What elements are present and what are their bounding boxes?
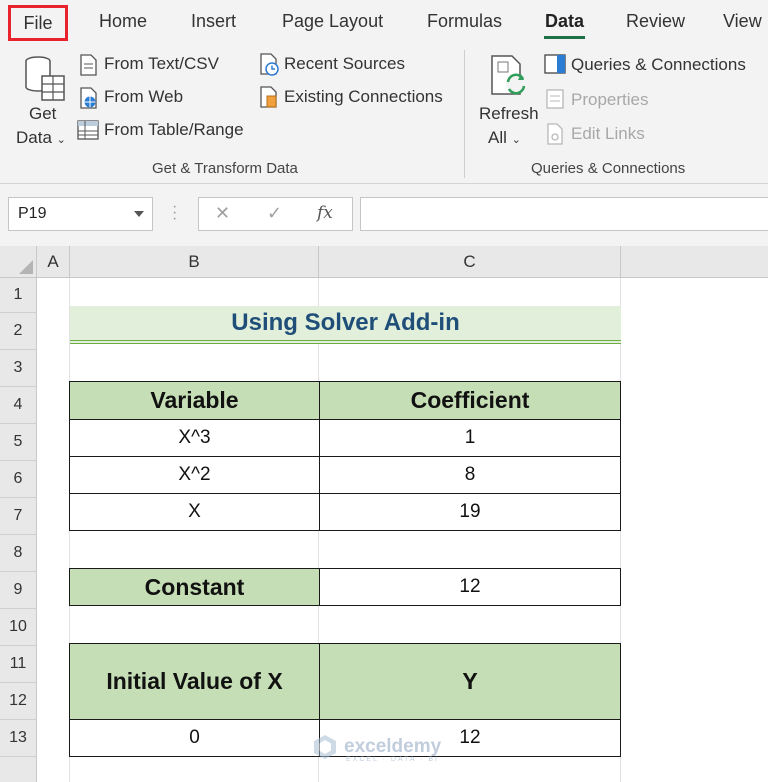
row-header-12[interactable]: 12 <box>0 683 37 720</box>
get-data-label-1: Get <box>29 104 57 123</box>
formula-bar-buttons: ✕ ✓ fx <box>198 197 353 231</box>
from-web-button[interactable]: From Web <box>104 87 183 107</box>
refresh-all-label-1: Refresh <box>479 104 539 123</box>
cancel-icon[interactable]: ✕ <box>215 203 230 224</box>
row-header-10[interactable]: 10 <box>0 609 37 646</box>
header-coefficient[interactable]: Coefficient <box>319 381 621 420</box>
cell-coefficient[interactable]: 19 <box>319 493 621 531</box>
database-icon <box>25 56 65 101</box>
refresh-all-label-2: All ⌄ <box>488 128 521 147</box>
existing-connections-icon <box>260 86 277 108</box>
constant-label[interactable]: Constant <box>69 568 320 606</box>
header-initial-value[interactable]: Initial Value of X <box>69 643 320 720</box>
header-y[interactable]: Y <box>319 643 621 720</box>
web-page-icon <box>80 87 97 109</box>
group-get-transform-label: Get & Transform Data <box>152 160 298 177</box>
watermark-tagline: EXCEL · DATA · BI <box>346 756 439 763</box>
select-all-button[interactable] <box>0 246 37 278</box>
from-table-range-button[interactable]: From Table/Range <box>104 120 244 140</box>
column-header-c[interactable]: C <box>319 246 621 278</box>
row-header-14[interactable] <box>0 757 37 782</box>
tab-view[interactable]: View <box>723 11 762 32</box>
row-header-5[interactable]: 5 <box>0 424 37 461</box>
row-header-7[interactable]: 7 <box>0 498 37 535</box>
exceldemy-watermark: exceldemy EXCEL · DATA · BI <box>312 734 442 763</box>
formula-input[interactable] <box>360 197 768 231</box>
cell-variable[interactable]: X^3 <box>69 419 320 457</box>
name-box[interactable]: P19 <box>8 197 153 231</box>
name-box-value: P19 <box>18 205 47 222</box>
enter-icon[interactable]: ✓ <box>267 203 282 224</box>
cell-variable[interactable]: X^2 <box>69 456 320 494</box>
properties-icon <box>546 89 564 109</box>
formula-bar: P19 · · · ✕ ✓ fx <box>0 184 768 246</box>
cell-coefficient[interactable]: 1 <box>319 419 621 457</box>
chevron-down-icon: ⌄ <box>56 134 66 146</box>
more-options-icon[interactable]: · · · <box>172 199 177 227</box>
row-header-4[interactable]: 4 <box>0 387 37 424</box>
ribbon-tabs: File Home Insert Page Layout Formulas Da… <box>0 0 768 44</box>
column-header-d[interactable] <box>621 246 768 278</box>
column-header-a[interactable]: A <box>37 246 70 278</box>
row-header-13[interactable]: 13 <box>0 720 37 757</box>
ribbon-data: Get Data ⌄ From Text/CSV From Web From T… <box>0 44 768 184</box>
row-header-1[interactable]: 1 <box>0 278 37 313</box>
group-separator <box>464 50 465 178</box>
table-icon <box>77 120 99 140</box>
tab-formulas[interactable]: Formulas <box>427 11 502 32</box>
edit-links-button[interactable]: Edit Links <box>571 124 645 144</box>
text-file-icon <box>80 54 97 76</box>
exceldemy-logo-icon <box>314 735 336 759</box>
recent-sources-icon <box>260 53 279 76</box>
tab-file[interactable]: File <box>8 5 68 41</box>
recent-sources-button[interactable]: Recent Sources <box>284 54 405 74</box>
existing-connections-button[interactable]: Existing Connections <box>284 87 443 107</box>
watermark-name: exceldemy <box>344 736 442 757</box>
cell-initial-x[interactable]: 0 <box>69 719 320 757</box>
queries-connections-icon <box>544 54 566 74</box>
column-header-b[interactable]: B <box>70 246 319 278</box>
get-data-label-2: Data ⌄ <box>16 128 66 147</box>
tab-review[interactable]: Review <box>626 11 685 32</box>
properties-button[interactable]: Properties <box>571 90 648 110</box>
row-header-6[interactable]: 6 <box>0 461 37 498</box>
row-header-9[interactable]: 9 <box>0 572 37 609</box>
sheet-title[interactable]: Using Solver Add-in <box>70 306 621 344</box>
group-queries-label: Queries & Connections <box>531 160 686 177</box>
edit-links-icon <box>547 123 563 145</box>
header-variable[interactable]: Variable <box>69 381 320 420</box>
cell-coefficient[interactable]: 8 <box>319 456 621 494</box>
chevron-down-icon[interactable] <box>134 211 144 217</box>
row-header-2[interactable]: 2 <box>0 313 37 350</box>
cell-variable[interactable]: X <box>69 493 320 531</box>
row-header-8[interactable]: 8 <box>0 535 37 572</box>
chevron-down-icon: ⌄ <box>511 134 521 146</box>
row-header-3[interactable]: 3 <box>0 350 37 387</box>
tab-home[interactable]: Home <box>99 11 147 32</box>
tab-insert[interactable]: Insert <box>191 11 236 32</box>
tab-page-layout[interactable]: Page Layout <box>282 11 383 32</box>
refresh-icon <box>491 55 526 95</box>
from-text-csv-button[interactable]: From Text/CSV <box>104 54 219 74</box>
row-header-11[interactable]: 11 <box>0 646 37 683</box>
insert-function-icon[interactable]: fx <box>317 203 333 223</box>
tab-data[interactable]: Data <box>543 11 586 39</box>
queries-connections-button[interactable]: Queries & Connections <box>571 55 746 75</box>
constant-value[interactable]: 12 <box>319 568 621 606</box>
